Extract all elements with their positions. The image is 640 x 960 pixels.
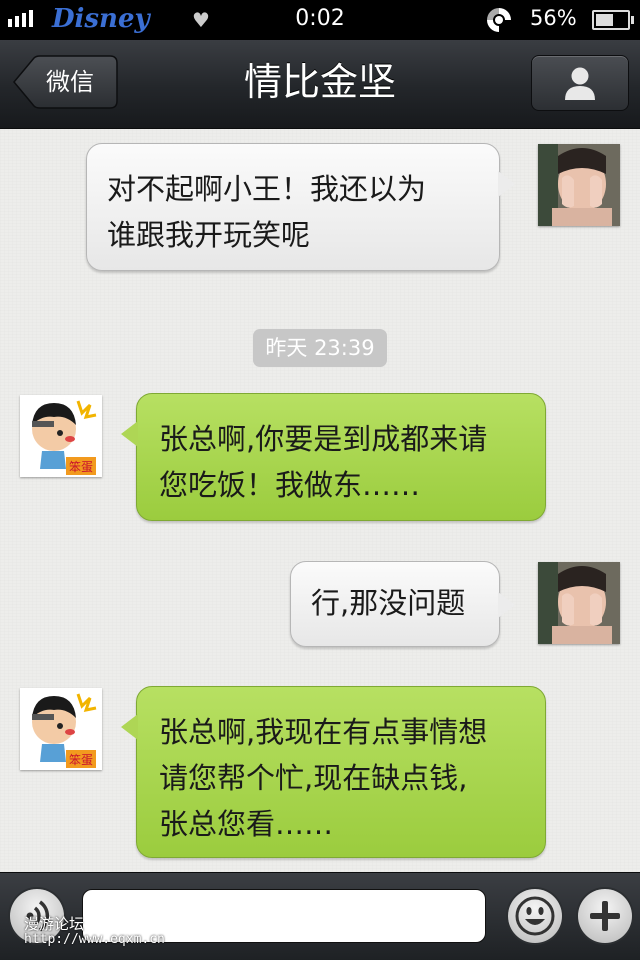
message-line: 您吃饭！我做东…… (159, 468, 421, 502)
message-line: 张总啊,你要是到成都来请 (159, 422, 488, 456)
my-avatar[interactable] (538, 562, 620, 644)
message-bubble-incoming[interactable]: 张总啊,我现在有点事情想 请您帮个忙,现在缺点钱, 张总您看…… (121, 686, 546, 858)
nav-bar: 微信 情比金坚 (0, 40, 640, 129)
message-bubble-incoming[interactable]: 张总啊,你要是到成都来请 您吃饭！我做东…… (121, 393, 546, 521)
status-bar: Disney ♥ 0:02 56% (0, 0, 640, 40)
battery-fill (596, 14, 613, 26)
activity-spinner-icon (487, 8, 511, 32)
message-bubble-outgoing[interactable]: 对不起啊小王！我还以为 谁跟我开玩笑呢 (86, 143, 515, 271)
avatar-badge-text: 笨蛋 (69, 752, 93, 767)
message-bubble-outgoing[interactable]: 行,那没问题 (290, 561, 515, 647)
contact-avatar[interactable]: 笨蛋 (20, 688, 102, 770)
back-label: 微信 (46, 68, 94, 96)
back-button[interactable]: 微信 (12, 55, 118, 109)
person-icon (565, 67, 595, 100)
battery-percent: 56% (530, 6, 577, 30)
timestamp-label: 昨天 23:39 (253, 329, 387, 367)
message-line: 行,那没问题 (311, 586, 466, 620)
message-line: 请您帮个忙,现在缺点钱, (159, 761, 468, 795)
message-line: 谁跟我开玩笑呢 (107, 218, 311, 252)
smiley-icon (515, 896, 555, 936)
profile-button[interactable] (531, 55, 629, 111)
battery-icon (592, 10, 634, 30)
chat-area[interactable]: 对不起啊小王！我还以为 谁跟我开玩笑呢 昨天 23:39 笨蛋 张总啊,你要是到… (0, 129, 640, 872)
more-options-button[interactable] (578, 889, 632, 943)
message-line: 对不起啊小王！我还以为 (107, 172, 427, 206)
message-line: 张总您看…… (159, 807, 334, 841)
contact-avatar[interactable]: 笨蛋 (20, 395, 102, 477)
input-bar: 漫游论坛 http://www.eqxm.cn (0, 872, 640, 960)
emoji-button[interactable] (508, 889, 562, 943)
chat-title: 情比金坚 (243, 60, 396, 104)
avatar-badge-text: 笨蛋 (69, 459, 93, 474)
watermark-text: 漫游论坛 (24, 915, 85, 933)
my-avatar[interactable] (538, 144, 620, 226)
watermark-url: http://www.eqxm.cn (24, 932, 165, 947)
plus-icon (590, 901, 620, 931)
message-line: 张总啊,我现在有点事情想 (159, 715, 488, 749)
